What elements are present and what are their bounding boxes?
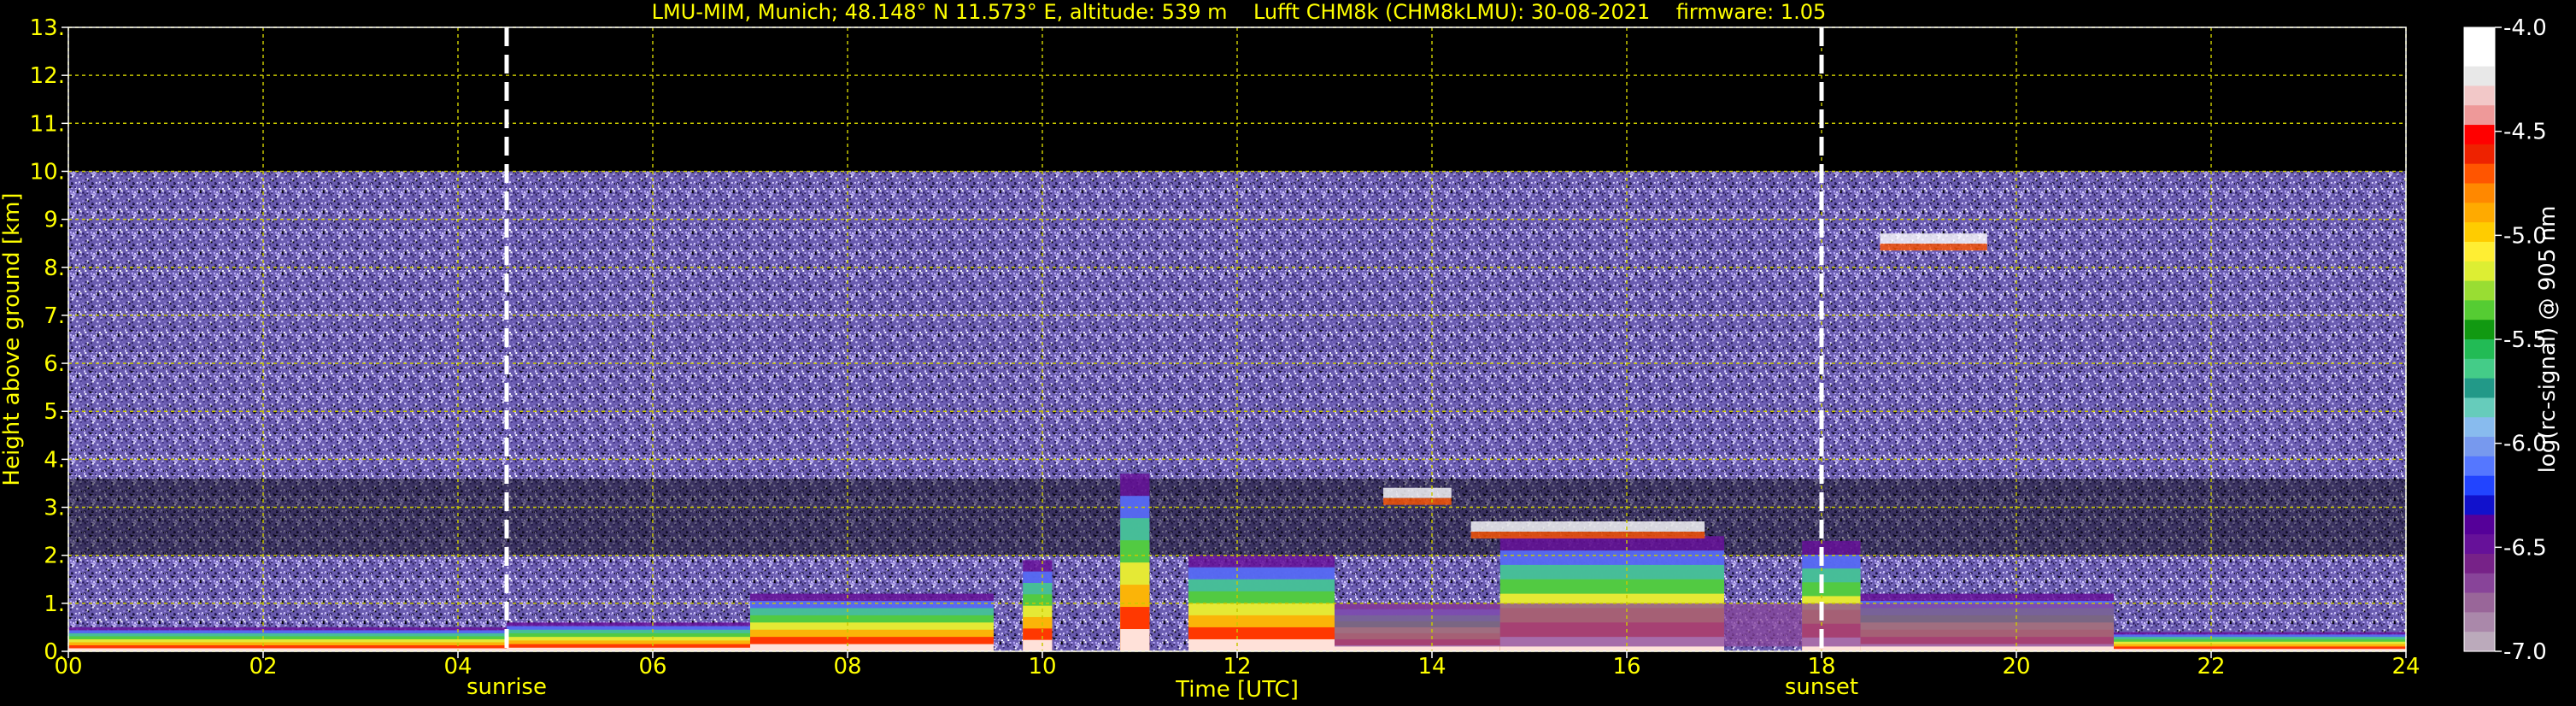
colorbar-segment: [2464, 553, 2495, 574]
boundary-layer-feature: [750, 593, 994, 651]
colorbar-segment: [2464, 300, 2495, 321]
elevated-layer: [1470, 521, 1705, 538]
colorbar-segment: [2464, 592, 2495, 613]
y-tick-label: 4.: [44, 447, 65, 473]
x-axis-label: Time [UTC]: [1175, 677, 1299, 703]
y-tick-label: 1.: [44, 591, 65, 617]
y-tick-label: 5.: [44, 399, 65, 425]
x-tick-label: 08: [833, 654, 861, 680]
colorbar-segment: [2464, 163, 2495, 185]
feature-band: [1188, 638, 1335, 651]
colorbar-segment: [2464, 495, 2495, 515]
elevated-layer-edge: [1880, 244, 1987, 251]
y-tick-label: 3.: [44, 496, 65, 521]
boundary-layer-feature: [1120, 474, 1150, 651]
x-tick-label: 16: [1612, 654, 1640, 680]
boundary-layer-feature: [68, 627, 507, 651]
colorbar-segment: [2464, 358, 2495, 379]
y-tick-label: 6.: [44, 351, 65, 377]
colorbar-tick-label: -4.5: [2503, 120, 2547, 145]
y-tick-label: 13.: [30, 15, 65, 41]
boundary-layer-feature: [2114, 632, 2406, 651]
feature-band: [1023, 639, 1053, 651]
colorbar-segment: [2464, 125, 2495, 145]
colorbar-segment: [2464, 46, 2495, 68]
colorbar-segment: [2464, 437, 2495, 457]
y-tick-label: 12.: [30, 63, 65, 89]
colorbar-segment: [2464, 397, 2495, 418]
colorbar-tick-label: -4.0: [2503, 15, 2547, 41]
colorbar-segment: [2464, 339, 2495, 360]
elevated-layer: [1880, 233, 1987, 251]
colorbar-segment: [2464, 280, 2495, 301]
elevated-layer-core: [1470, 521, 1705, 532]
x-tick-label: 10: [1028, 654, 1056, 680]
feature-band: [750, 644, 994, 651]
y-tick-label: 9.: [44, 208, 65, 233]
feature-band: [1120, 629, 1150, 651]
colorbar-tick-label: -7.0: [2503, 639, 2547, 665]
colorbar-segment: [2464, 241, 2495, 262]
boundary-layer-feature: [1023, 560, 1053, 651]
x-tick-label: 02: [249, 654, 277, 680]
x-tick-label: 14: [1417, 654, 1446, 680]
residual-layer: [1335, 603, 2114, 647]
elevated-layer-edge: [1470, 532, 1705, 538]
y-tick-label: 8.: [44, 256, 65, 281]
colorbar-segment: [2464, 105, 2495, 126]
colorbar-segment: [2464, 320, 2495, 340]
colorbar-segment: [2464, 475, 2495, 497]
colorbar-label: log(rc-signal) @ 905 nm: [2535, 206, 2561, 474]
elevated-layer: [1383, 487, 1452, 505]
colorbar-segment: [2464, 534, 2495, 555]
x-tick-label: 18: [1807, 654, 1835, 680]
x-tick-label: 20: [2002, 654, 2030, 680]
signal-fade: [68, 478, 2406, 556]
x-tick-label: 12: [1223, 654, 1251, 680]
y-tick-label: 7.: [44, 303, 65, 329]
colorbar-segment: [2464, 261, 2495, 282]
colorbar-segment: [2464, 573, 2495, 594]
y-tick-label: 10.: [30, 159, 65, 185]
elevated-layer-core: [1880, 233, 1987, 244]
y-axis-label: Height above ground [km]: [0, 192, 25, 485]
colorbar-segment: [2464, 515, 2495, 535]
sunrise-label: sunrise: [466, 674, 547, 700]
y-tick-label: 0.: [44, 639, 65, 665]
colorbar-segment: [2464, 183, 2495, 203]
x-tick-label: 22: [2197, 654, 2225, 680]
colorbar-segment: [2464, 378, 2495, 399]
colorbar-segment: [2464, 612, 2495, 632]
colorbar-segment: [2464, 632, 2495, 652]
colorbar-segment: [2464, 27, 2495, 48]
colorbar-segment: [2464, 144, 2495, 165]
colorbar-segment: [2464, 417, 2495, 438]
colorbar-segment: [2464, 66, 2495, 87]
x-tick-label: 04: [443, 654, 472, 680]
colorbar-segment: [2464, 203, 2495, 223]
colorbar-segment: [2464, 456, 2495, 477]
elevated-layer-core: [1383, 487, 1452, 498]
x-tick-label: 24: [2391, 654, 2420, 680]
y-tick-label: 11.: [30, 111, 65, 137]
boundary-layer-feature: [507, 622, 750, 651]
x-tick-label: 06: [638, 654, 666, 680]
colorbar-tick-label: -6.5: [2503, 535, 2547, 561]
colorbar-segment: [2464, 85, 2495, 106]
chart-title: LMU-MIM, Munich; 48.148° N 11.573° E, al…: [652, 0, 1827, 24]
colorbar-segment: [2464, 222, 2495, 243]
y-tick-label: 2.: [44, 544, 65, 569]
ceilometer-chart: LMU-MIM, Munich; 48.148° N 11.573° E, al…: [0, 0, 2576, 706]
elevated-layer-edge: [1383, 497, 1452, 505]
